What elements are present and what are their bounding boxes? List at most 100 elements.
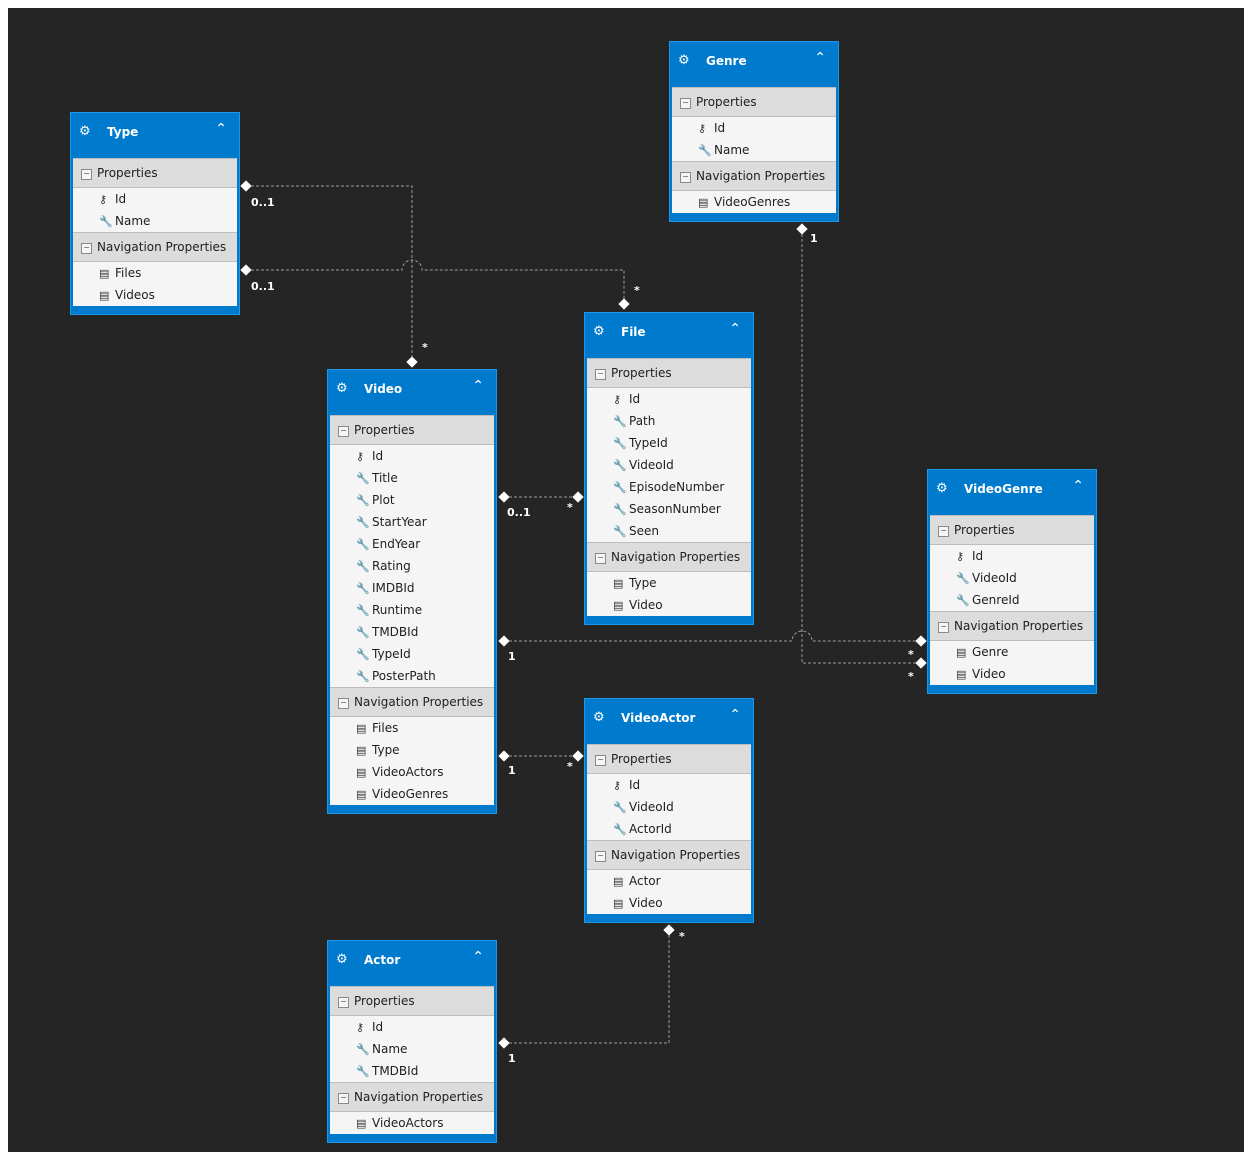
navigation-row[interactable]: ▤ Video (587, 594, 751, 616)
navigation-section[interactable]: − Navigation Properties (330, 1082, 494, 1112)
properties-section[interactable]: − Properties (672, 87, 836, 117)
navigation-row[interactable]: ▤ Type (587, 572, 751, 594)
properties-section[interactable]: − Properties (330, 415, 494, 445)
property-row[interactable]: 🔧 VideoId (587, 796, 751, 818)
property-row[interactable]: 🔧 Name (330, 1038, 494, 1060)
entity-type[interactable]: ⚙ Type ⌃ − Properties ⚷ Id 🔧 Name − Navigati… (70, 112, 240, 315)
property-row[interactable]: 🔧 SeasonNumber (587, 498, 751, 520)
entity-header[interactable]: ⚙ VideoActor ⌃ (585, 699, 753, 744)
entity-videogenre[interactable]: ⚙ VideoGenre ⌃ − Properties ⚷ Id 🔧 VideoId … (927, 469, 1097, 694)
entity-genre[interactable]: ⚙ Genre ⌃ − Properties ⚷ Id 🔧 Name − Navigat… (669, 41, 839, 222)
property-row[interactable]: ⚷ Id (587, 774, 751, 796)
navigation-row[interactable]: ▤ VideoGenres (330, 783, 494, 805)
property-row[interactable]: 🔧 IMDBId (330, 577, 494, 599)
collapse-toggle-icon[interactable]: − (81, 243, 92, 254)
collapse-toggle-icon[interactable]: − (938, 526, 949, 537)
property-row[interactable]: 🔧 Seen (587, 520, 751, 542)
navigation-row[interactable]: ▤ Type (330, 739, 494, 761)
entity-videoactor[interactable]: ⚙ VideoActor ⌃ − Properties ⚷ Id 🔧 VideoId … (584, 698, 754, 923)
property-row[interactable]: 🔧 Plot (330, 489, 494, 511)
chevron-up-icon[interactable]: ⌃ (729, 707, 741, 723)
entity-header[interactable]: ⚙ File ⌃ (585, 313, 753, 358)
entity-header[interactable]: ⚙ Type ⌃ (71, 113, 239, 158)
property-row[interactable]: ⚷ Id (330, 1016, 494, 1038)
entity-header[interactable]: ⚙ Video ⌃ (328, 370, 496, 415)
property-row[interactable]: 🔧 GenreId (930, 589, 1094, 611)
property-row[interactable]: 🔧 Title (330, 467, 494, 489)
property-row[interactable]: 🔧 PosterPath (330, 665, 494, 687)
wrench-icon: 🔧 (356, 648, 370, 661)
property-row[interactable]: 🔧 Path (587, 410, 751, 432)
entity-file[interactable]: ⚙ File ⌃ − Properties ⚷ Id 🔧 Path 🔧 TypeId 🔧… (584, 312, 754, 625)
property-row[interactable]: 🔧 Runtime (330, 599, 494, 621)
properties-section[interactable]: − Properties (330, 986, 494, 1016)
properties-section[interactable]: − Properties (587, 358, 751, 388)
collapse-toggle-icon[interactable]: − (338, 997, 349, 1008)
property-row[interactable]: 🔧 EndYear (330, 533, 494, 555)
entity-video[interactable]: ⚙ Video ⌃ − Properties ⚷ Id 🔧 Title 🔧 Plot 🔧… (327, 369, 497, 814)
collapse-toggle-icon[interactable]: − (938, 622, 949, 633)
entity-name: Type (107, 125, 139, 139)
property-row[interactable]: 🔧 Name (672, 139, 836, 161)
chevron-up-icon[interactable]: ⌃ (729, 321, 741, 337)
property-row[interactable]: 🔧 ActorId (587, 818, 751, 840)
properties-section[interactable]: − Properties (73, 158, 237, 188)
navigation-row[interactable]: ▤ Files (73, 262, 237, 284)
navigation-section[interactable]: − Navigation Properties (672, 161, 836, 191)
collapse-toggle-icon[interactable]: − (81, 169, 92, 180)
navigation-section[interactable]: − Navigation Properties (330, 687, 494, 717)
navigation-row[interactable]: ▤ VideoActors (330, 1112, 494, 1134)
properties-section[interactable]: − Properties (930, 515, 1094, 545)
chevron-up-icon[interactable]: ⌃ (1072, 478, 1084, 494)
navigation-section[interactable]: − Navigation Properties (587, 840, 751, 870)
entity-header[interactable]: ⚙ Actor ⌃ (328, 941, 496, 986)
collapse-toggle-icon[interactable]: − (338, 1093, 349, 1104)
wrench-icon: 🔧 (356, 560, 370, 573)
property-row[interactable]: ⚷ Id (73, 188, 237, 210)
property-row[interactable]: 🔧 VideoId (587, 454, 751, 476)
navigation-row[interactable]: ▤ Actor (587, 870, 751, 892)
property-row[interactable]: 🔧 TMDBId (330, 1060, 494, 1082)
collapse-toggle-icon[interactable]: − (595, 553, 606, 564)
entity-actor[interactable]: ⚙ Actor ⌃ − Properties ⚷ Id 🔧 Name 🔧 TMDBId … (327, 940, 497, 1143)
property-row[interactable]: 🔧 Rating (330, 555, 494, 577)
property-row[interactable]: 🔧 TMDBId (330, 621, 494, 643)
collapse-toggle-icon[interactable]: − (680, 172, 691, 183)
property-row[interactable]: 🔧 Name (73, 210, 237, 232)
navigation-row[interactable]: ▤ Video (587, 892, 751, 914)
navigation-row[interactable]: ▤ Files (330, 717, 494, 739)
navigation-row[interactable]: ▤ Videos (73, 284, 237, 306)
chevron-up-icon[interactable]: ⌃ (215, 121, 227, 137)
property-row[interactable]: 🔧 TypeId (587, 432, 751, 454)
navigation-row[interactable]: ▤ Genre (930, 641, 1094, 663)
properties-section[interactable]: − Properties (587, 744, 751, 774)
entity-header[interactable]: ⚙ VideoGenre ⌃ (928, 470, 1096, 515)
property-row[interactable]: ⚷ Id (672, 117, 836, 139)
multiplicity-label: * (567, 760, 573, 773)
property-row[interactable]: 🔧 StartYear (330, 511, 494, 533)
entity-header[interactable]: ⚙ Genre ⌃ (670, 42, 838, 87)
wrench-icon: 🔧 (613, 823, 627, 836)
chevron-up-icon[interactable]: ⌃ (814, 50, 826, 66)
collapse-toggle-icon[interactable]: − (338, 426, 349, 437)
navigation-section[interactable]: − Navigation Properties (73, 232, 237, 262)
chevron-up-icon[interactable]: ⌃ (472, 378, 484, 394)
navigation-row[interactable]: ▤ VideoGenres (672, 191, 836, 213)
property-row[interactable]: ⚷ Id (587, 388, 751, 410)
navigation-section[interactable]: − Navigation Properties (587, 542, 751, 572)
collapse-toggle-icon[interactable]: − (595, 369, 606, 380)
collapse-toggle-icon[interactable]: − (595, 851, 606, 862)
property-row[interactable]: ⚷ Id (930, 545, 1094, 567)
property-row[interactable]: ⚷ Id (330, 445, 494, 467)
property-row[interactable]: 🔧 EpisodeNumber (587, 476, 751, 498)
navigation-section[interactable]: − Navigation Properties (930, 611, 1094, 641)
property-row[interactable]: 🔧 TypeId (330, 643, 494, 665)
collapse-toggle-icon[interactable]: − (338, 698, 349, 709)
collapse-toggle-icon[interactable]: − (680, 98, 691, 109)
collapse-toggle-icon[interactable]: − (595, 755, 606, 766)
navigation-row[interactable]: ▤ Video (930, 663, 1094, 685)
chevron-up-icon[interactable]: ⌃ (472, 949, 484, 965)
wrench-icon: 🔧 (356, 582, 370, 595)
property-row[interactable]: 🔧 VideoId (930, 567, 1094, 589)
navigation-row[interactable]: ▤ VideoActors (330, 761, 494, 783)
